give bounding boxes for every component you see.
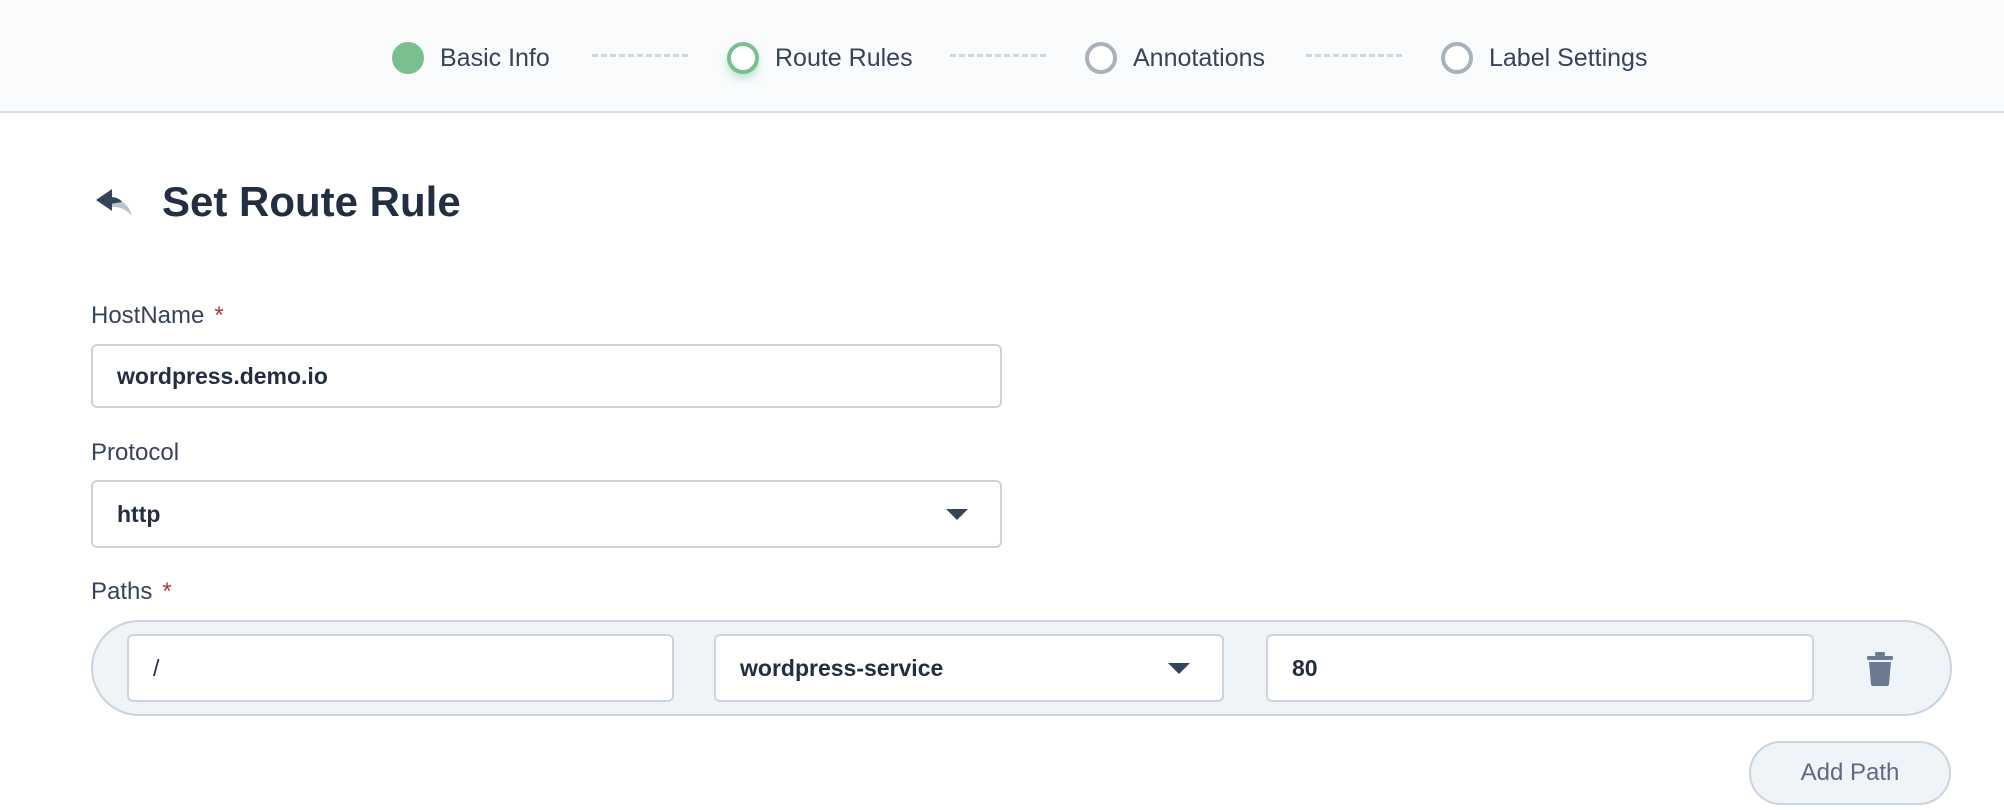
trash-icon: [1867, 652, 1893, 686]
hostname-label: HostName *: [91, 302, 224, 330]
step-label: Label Settings: [1489, 43, 1648, 72]
paths-label: Paths *: [91, 578, 172, 606]
port-value: 80: [1292, 654, 1318, 681]
hostname-value: wordpress.demo.io: [117, 362, 328, 389]
protocol-value: http: [117, 500, 161, 527]
protocol-label-text: Protocol: [91, 439, 180, 466]
hostname-input[interactable]: wordpress.demo.io: [91, 344, 1002, 408]
step-connector: [592, 54, 688, 57]
protocol-select[interactable]: http: [91, 480, 1002, 548]
path-input[interactable]: /: [127, 634, 674, 702]
step-annotations[interactable]: Annotations: [1085, 40, 1265, 76]
stepper-bar: Basic Info Route Rules Annotations Label…: [0, 0, 2004, 113]
step-label: Route Rules: [775, 43, 913, 72]
step-label-settings[interactable]: Label Settings: [1441, 40, 1647, 76]
page-title: Set Route Rule: [162, 178, 461, 225]
step-label: Basic Info: [440, 43, 550, 72]
chevron-down-icon: [946, 509, 968, 520]
port-input[interactable]: 80: [1266, 634, 1814, 702]
back-button[interactable]: [92, 180, 140, 228]
back-arrow-icon: [96, 189, 132, 216]
delete-path-button[interactable]: [1866, 652, 1894, 686]
required-mark: *: [214, 302, 224, 329]
step-connector: [1306, 54, 1402, 57]
step-basic-info[interactable]: Basic Info: [392, 40, 550, 76]
add-path-button[interactable]: Add Path: [1749, 741, 1951, 805]
service-select[interactable]: wordpress-service: [714, 634, 1224, 702]
step-label: Annotations: [1133, 43, 1266, 72]
path-value: /: [153, 654, 160, 681]
paths-label-text: Paths: [91, 578, 153, 605]
step-active-icon: [727, 42, 759, 74]
step-pending-icon: [1441, 42, 1473, 74]
chevron-down-icon: [1168, 663, 1190, 674]
step-route-rules[interactable]: Route Rules: [727, 40, 913, 76]
step-pending-icon: [1085, 42, 1117, 74]
step-complete-icon: [392, 42, 424, 74]
protocol-label: Protocol: [91, 439, 179, 467]
hostname-label-text: HostName: [91, 302, 205, 329]
service-value: wordpress-service: [740, 654, 944, 681]
required-mark: *: [162, 578, 172, 605]
step-connector: [950, 54, 1046, 57]
